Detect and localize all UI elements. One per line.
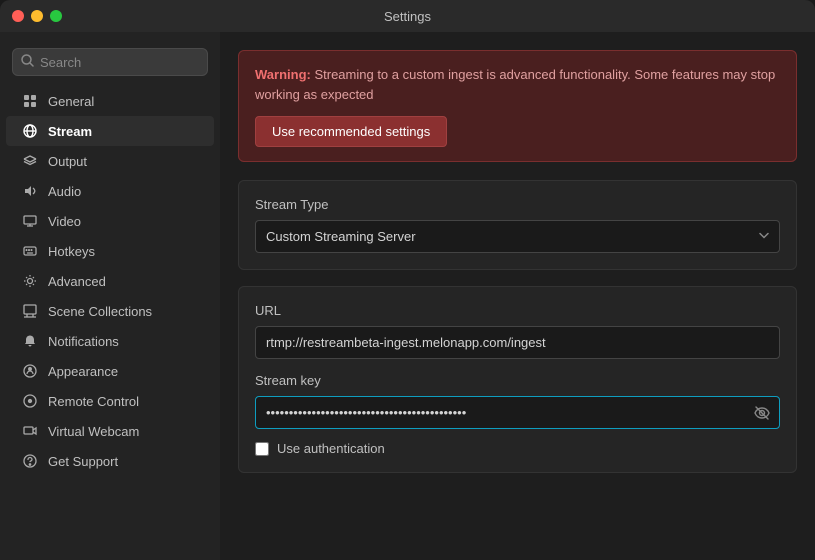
sidebar-item-appearance[interactable]: Appearance <box>6 356 214 386</box>
sidebar-label-stream: Stream <box>48 124 92 139</box>
sidebar-item-remote-control[interactable]: Remote Control <box>6 386 214 416</box>
layers-icon <box>22 153 38 169</box>
warning-banner: Warning: Streaming to a custom ingest is… <box>238 50 797 162</box>
sidebar-item-virtual-webcam[interactable]: Virtual Webcam <box>6 416 214 446</box>
stream-key-wrapper <box>255 396 780 429</box>
sidebar-label-hotkeys: Hotkeys <box>48 244 95 259</box>
window-title: Settings <box>384 9 431 24</box>
sidebar-label-get-support: Get Support <box>48 454 118 469</box>
sidebar-label-general: General <box>48 94 94 109</box>
sidebar-item-general[interactable]: General <box>6 86 214 116</box>
stream-type-section: Stream Type Custom Streaming Server Stre… <box>238 180 797 270</box>
url-label: URL <box>255 303 780 318</box>
sidebar-item-get-support[interactable]: Get Support <box>6 446 214 476</box>
stream-type-select-wrapper: Custom Streaming Server Streaming Servic… <box>255 220 780 253</box>
window-controls <box>12 10 62 22</box>
minimize-button[interactable] <box>31 10 43 22</box>
sidebar-label-notifications: Notifications <box>48 334 119 349</box>
toggle-visibility-button[interactable] <box>752 403 772 423</box>
sidebar-label-virtual-webcam: Virtual Webcam <box>48 424 139 439</box>
sidebar-item-hotkeys[interactable]: Hotkeys <box>6 236 214 266</box>
title-bar: Settings <box>0 0 815 32</box>
sidebar-item-advanced[interactable]: Advanced <box>6 266 214 296</box>
gear-icon <box>22 273 38 289</box>
use-authentication-checkbox[interactable] <box>255 442 269 456</box>
search-input[interactable] <box>40 55 199 70</box>
sidebar-label-scene-collections: Scene Collections <box>48 304 152 319</box>
stream-type-label: Stream Type <box>255 197 780 212</box>
appearance-icon <box>22 363 38 379</box>
remote-icon <box>22 393 38 409</box>
close-button[interactable] <box>12 10 24 22</box>
sidebar-item-video[interactable]: Video <box>6 206 214 236</box>
search-container <box>0 42 220 86</box>
sidebar-item-stream[interactable]: Stream <box>6 116 214 146</box>
grid-icon <box>22 93 38 109</box>
sidebar-item-audio[interactable]: Audio <box>6 176 214 206</box>
sidebar-item-output[interactable]: Output <box>6 146 214 176</box>
stream-type-select[interactable]: Custom Streaming Server Streaming Servic… <box>255 220 780 253</box>
sidebar-label-appearance: Appearance <box>48 364 118 379</box>
monitor-icon <box>22 213 38 229</box>
use-auth-row: Use authentication <box>255 441 780 456</box>
warning-message: Streaming to a custom ingest is advanced… <box>255 67 775 102</box>
search-icon <box>21 54 34 70</box>
sidebar-item-scene-collections[interactable]: Scene Collections <box>6 296 214 326</box>
sidebar-label-remote-control: Remote Control <box>48 394 139 409</box>
use-authentication-label: Use authentication <box>277 441 385 456</box>
sidebar: General Stream Output <box>0 32 220 560</box>
sidebar-item-notifications[interactable]: Notifications <box>6 326 214 356</box>
maximize-button[interactable] <box>50 10 62 22</box>
warning-text: Warning: Streaming to a custom ingest is… <box>255 65 780 104</box>
use-recommended-button[interactable]: Use recommended settings <box>255 116 447 147</box>
sidebar-label-video: Video <box>48 214 81 229</box>
content-area: Warning: Streaming to a custom ingest is… <box>220 32 815 560</box>
sidebar-label-audio: Audio <box>48 184 81 199</box>
globe-icon <box>22 123 38 139</box>
speaker-icon <box>22 183 38 199</box>
hotkeys-icon <box>22 243 38 259</box>
url-input[interactable] <box>255 326 780 359</box>
sidebar-label-output: Output <box>48 154 87 169</box>
search-box[interactable] <box>12 48 208 76</box>
webcam-icon <box>22 423 38 439</box>
stream-key-label: Stream key <box>255 373 780 388</box>
bell-icon <box>22 333 38 349</box>
scenes-icon <box>22 303 38 319</box>
url-streamkey-section: URL Stream key Use authentication <box>238 286 797 473</box>
sidebar-label-advanced: Advanced <box>48 274 106 289</box>
main-layout: General Stream Output <box>0 32 815 560</box>
help-icon <box>22 453 38 469</box>
warning-bold: Warning: <box>255 67 311 82</box>
stream-key-input[interactable] <box>255 396 780 429</box>
